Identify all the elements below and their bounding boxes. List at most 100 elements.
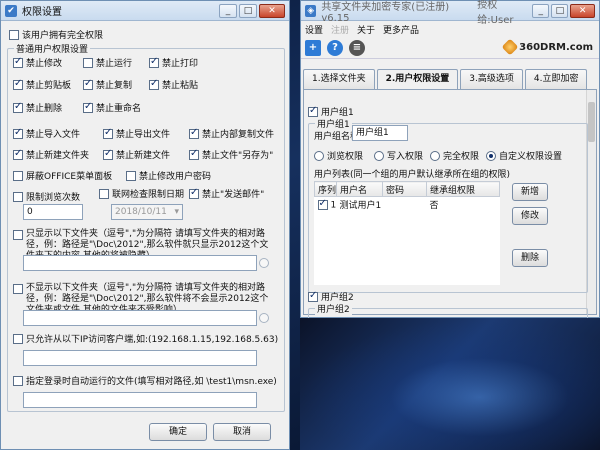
checkbox[interactable] xyxy=(13,56,23,68)
user-list-label: 用户列表(同一个组的用户默认继承所在组的权限) xyxy=(314,170,511,180)
col-password[interactable]: 密码 xyxy=(382,181,427,197)
limit-date-picker[interactable]: 2018/10/11 ▾ xyxy=(111,204,183,220)
normal-user-group-label: 普通用户权限设置 xyxy=(14,42,91,55)
delete-user-button[interactable]: 删除 xyxy=(512,249,548,267)
radio-custom[interactable]: 自定义权限设置 xyxy=(486,149,562,162)
add-icon[interactable]: + xyxy=(305,39,321,56)
perm-no-import[interactable]: 禁止导入文件 xyxy=(13,127,80,140)
radio[interactable] xyxy=(486,150,496,161)
checkbox[interactable] xyxy=(13,375,23,386)
close-button[interactable]: ✕ xyxy=(570,3,595,18)
perm-no-new-file[interactable]: 禁止新建文件 xyxy=(103,148,170,161)
add-user-button[interactable]: 新增 xyxy=(512,183,548,201)
checkbox[interactable] xyxy=(13,170,23,181)
menu-about[interactable]: 关于 xyxy=(357,23,375,36)
perm-no-new-folder[interactable]: 禁止新建文件夹 xyxy=(13,148,89,161)
perm-no-clipboard[interactable]: 禁止剪贴板 xyxy=(13,78,71,91)
edit-user-button[interactable]: 修改 xyxy=(512,207,548,225)
cell-password xyxy=(383,197,427,213)
perm-no-modify[interactable]: 禁止修改 xyxy=(13,56,62,69)
perm-no-delete[interactable]: 禁止删除 xyxy=(13,101,62,114)
radio-write[interactable]: 写入权限 xyxy=(374,149,423,162)
checkbox[interactable] xyxy=(13,333,23,344)
group2-box-label: 用户组2 xyxy=(315,302,352,315)
group-name-input[interactable]: 用户组1 xyxy=(352,125,408,141)
perm-no-print[interactable]: 禁止打印 xyxy=(149,56,198,69)
menu-list-icon[interactable]: ≡ xyxy=(349,39,365,56)
col-inherit[interactable]: 继承组权限 xyxy=(426,181,500,197)
ip-restrict-option[interactable]: 只允许从以下IP访问客户端,如:(192.168.1.15,192.168.5.… xyxy=(13,332,278,345)
checkbox[interactable] xyxy=(13,148,23,160)
radio-full[interactable]: 完全权限 xyxy=(430,149,479,162)
radio[interactable] xyxy=(314,150,324,161)
close-button[interactable]: ✕ xyxy=(259,3,285,18)
perm-no-run[interactable]: 禁止运行 xyxy=(83,56,132,69)
minimize-button[interactable]: _ xyxy=(532,3,550,18)
perm-no-rename[interactable]: 禁止重命名 xyxy=(83,101,141,114)
checkbox[interactable] xyxy=(13,191,23,202)
menu-settings[interactable]: 设置 xyxy=(305,23,323,36)
checkbox[interactable] xyxy=(189,148,199,160)
only-show-scroll-handle[interactable] xyxy=(259,258,269,268)
menu-more-products[interactable]: 更多产品 xyxy=(383,23,419,36)
checkbox[interactable] xyxy=(83,78,93,90)
checkbox[interactable] xyxy=(13,284,23,294)
full-permission-option[interactable]: 该用户拥有完全权限 xyxy=(9,28,103,41)
minimize-button[interactable]: _ xyxy=(219,3,237,18)
menu-register[interactable]: 注册 xyxy=(331,23,349,36)
radio-browse[interactable]: 浏览权限 xyxy=(314,149,363,162)
col-index[interactable]: 序列 xyxy=(314,181,337,197)
checkbox[interactable] xyxy=(103,148,113,160)
tab-user-permissions[interactable]: 2.用户权限设置 xyxy=(376,69,459,89)
views-count-input[interactable]: 0 xyxy=(23,204,83,220)
ok-button[interactable]: 确定 xyxy=(149,423,207,441)
checkbox[interactable] xyxy=(13,101,23,113)
checkbox[interactable] xyxy=(189,127,199,139)
help-icon[interactable]: ? xyxy=(327,39,343,56)
autorun-input[interactable] xyxy=(23,392,257,408)
hide-folders-scroll-handle[interactable] xyxy=(259,313,269,323)
perm-no-send-mail[interactable]: 禁止"发送邮件" xyxy=(189,187,264,200)
maximize-button[interactable]: □ xyxy=(239,3,257,18)
perm-no-paste[interactable]: 禁止粘贴 xyxy=(149,78,198,91)
perm-limit-views[interactable]: 限制浏览次数 xyxy=(13,190,80,203)
user-table: 序列 用户名 密码 继承组权限 1 测试用户1 否 xyxy=(314,181,500,285)
checkbox[interactable] xyxy=(13,230,23,240)
radio[interactable] xyxy=(374,150,384,161)
checkbox[interactable] xyxy=(13,78,23,90)
perm-no-export[interactable]: 禁止导出文件 xyxy=(103,127,170,140)
full-permission-checkbox[interactable] xyxy=(9,29,19,40)
perm-hide-office-menu[interactable]: 屏蔽OFFICE菜单面板 xyxy=(13,169,112,182)
only-show-folders-input[interactable] xyxy=(23,255,257,271)
ip-restrict-input[interactable] xyxy=(23,350,257,366)
tab-select-folder[interactable]: 1.选择文件夹 xyxy=(303,69,375,89)
table-row[interactable]: 1 测试用户1 否 xyxy=(315,197,500,213)
checkbox[interactable] xyxy=(83,101,93,113)
checkbox[interactable] xyxy=(149,56,159,68)
checkbox[interactable] xyxy=(308,105,318,117)
wizard-tabs: 1.选择文件夹 2.用户权限设置 3.高级选项 4.立即加密 xyxy=(303,69,589,89)
tab-advanced[interactable]: 3.高级选项 xyxy=(460,69,523,89)
checkbox[interactable] xyxy=(189,187,199,199)
checkbox[interactable] xyxy=(126,170,136,181)
row-checkbox[interactable] xyxy=(317,198,328,210)
col-username[interactable]: 用户名 xyxy=(336,181,383,197)
checkbox[interactable] xyxy=(103,127,113,139)
cancel-button[interactable]: 取消 xyxy=(213,423,271,441)
checkbox[interactable] xyxy=(308,290,318,302)
perm-no-save-as[interactable]: 禁止文件"另存为" xyxy=(189,148,273,161)
scroll-thumb[interactable] xyxy=(588,102,595,142)
maximize-button[interactable]: □ xyxy=(551,3,569,18)
checkbox[interactable] xyxy=(99,188,109,199)
checkbox[interactable] xyxy=(13,127,23,139)
checkbox[interactable] xyxy=(149,78,159,90)
tab-encrypt-now[interactable]: 4.立即加密 xyxy=(524,69,588,89)
radio[interactable] xyxy=(430,150,440,161)
perm-no-change-password[interactable]: 禁止修改用户密码 xyxy=(126,169,211,182)
perm-no-internal-copy[interactable]: 禁止内部复制文件 xyxy=(189,127,274,140)
perm-no-copy[interactable]: 禁止复制 xyxy=(83,78,132,91)
hide-folders-input[interactable] xyxy=(23,310,257,326)
checkbox[interactable] xyxy=(83,57,93,68)
perm-online-date-limit[interactable]: 联网检查限制日期 xyxy=(99,187,184,200)
autorun-option[interactable]: 指定登录时自动运行的文件(填写相对路径,如 \test1\msn.exe) xyxy=(13,374,277,387)
